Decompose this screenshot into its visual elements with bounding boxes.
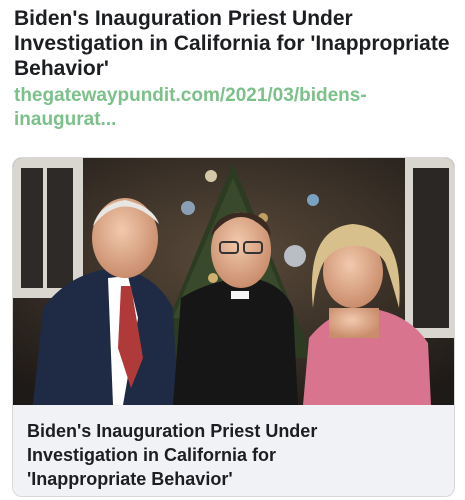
link-preview-card[interactable]: Biden's Inauguration Priest Under Invest… (12, 157, 455, 497)
article-link[interactable]: thegatewaypundit.com/2021/03/bidens- ina… (14, 84, 454, 132)
article-photo[interactable] (13, 158, 454, 405)
card-caption[interactable]: Biden's Inauguration Priest Under Invest… (13, 405, 454, 496)
card-title: Biden's Inauguration Priest Under Invest… (27, 421, 318, 489)
post-title: Biden's Inauguration Priest Under Invest… (14, 7, 450, 80)
post-header: Biden's Inauguration Priest Under Invest… (14, 6, 454, 132)
